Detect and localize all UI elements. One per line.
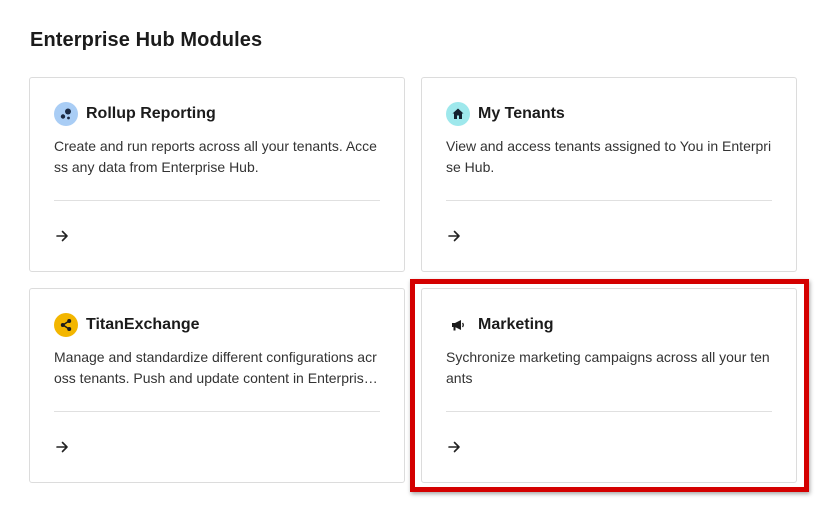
page-title: Enterprise Hub Modules [30,29,263,51]
megaphone-icon [446,313,470,337]
arrow-right-icon[interactable] [446,439,462,455]
module-card-titanexchange[interactable]: TitanExchange Manage and standardize dif… [29,288,405,483]
card-title[interactable]: Marketing [478,316,554,334]
card-divider [54,411,380,412]
card-description: View and access tenants assigned to You … [446,138,772,175]
card-divider [446,200,772,201]
card-header: Marketing [446,313,554,337]
card-header: My Tenants [446,102,565,126]
rollup-reporting-icon [54,102,78,126]
home-icon [446,102,470,126]
card-description: Manage and standardize different configu… [54,349,377,386]
share-icon [54,313,78,337]
module-card-marketing[interactable]: Marketing Sychronize marketing campaigns… [421,288,797,483]
card-header: TitanExchange [54,313,200,337]
module-card-my-tenants[interactable]: My Tenants View and access tenants assig… [421,77,797,272]
enterprise-hub-modules-page: Enterprise Hub Modules Rollup Reporting … [0,0,826,515]
arrow-right-icon[interactable] [446,228,462,244]
arrow-right-icon[interactable] [54,228,70,244]
card-divider [446,411,772,412]
arrow-right-icon[interactable] [54,439,70,455]
card-title[interactable]: TitanExchange [86,316,200,334]
card-description: Sychronize marketing campaigns across al… [446,349,770,386]
card-divider [54,200,380,201]
card-header: Rollup Reporting [54,102,216,126]
module-card-rollup-reporting[interactable]: Rollup Reporting Create and run reports … [29,77,405,272]
card-title[interactable]: Rollup Reporting [86,105,216,123]
card-description: Create and run reports across all your t… [54,138,377,175]
card-title[interactable]: My Tenants [478,105,565,123]
